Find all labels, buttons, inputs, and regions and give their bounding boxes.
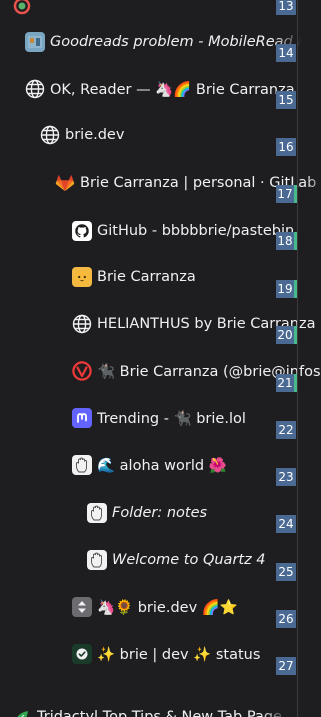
tab-number: 13 (276, 0, 296, 15)
hand-icon (87, 550, 107, 570)
tab-title: brie.dev (65, 127, 125, 143)
tab-number: 17 (276, 185, 297, 203)
tab-number: 27 (276, 657, 296, 675)
tab-title: Brie Carranza (97, 269, 196, 285)
tree-style-tab-panel: 13 Goodreads problem - MobileRead Forums… (0, 0, 321, 717)
scrollbar-track[interactable] (297, 0, 298, 717)
tab-number: 23 (276, 468, 296, 486)
check-icon (72, 644, 92, 664)
tab-row[interactable]: 🌊 aloha world 🌺 (0, 445, 321, 485)
gitlab-icon (55, 173, 75, 193)
green-ring-icon (12, 0, 32, 16)
tab-title: Trending - 🐈‍⬛ brie.lol (97, 410, 246, 427)
tab-number: 18 (276, 232, 297, 250)
tab-title: Folder: notes (112, 505, 208, 521)
tab-row[interactable]: Goodreads problem - MobileRead Forums (0, 22, 301, 62)
tab-row[interactable]: GitHub - bbbbbrie/pastebin (0, 211, 321, 251)
tab-number: 14 (276, 44, 296, 62)
book-icon (25, 32, 45, 52)
hand-icon (72, 455, 92, 475)
tab-row[interactable]: Brie Carranza | personal · GitLab (0, 163, 321, 203)
tab-number: 26 (276, 610, 296, 628)
vivaldi-icon (72, 361, 92, 381)
github-icon (72, 221, 92, 241)
tab-row[interactable]: OK, Reader — 🦄🌈 Brie Carranza (0, 69, 301, 109)
tab-title: 🦄🌻 brie.dev 🌈⭐ (97, 599, 238, 616)
leaf-icon (12, 707, 32, 717)
hand-icon (87, 503, 107, 523)
globe-icon (72, 314, 92, 334)
tab-row[interactable]: Tridactyl Top Tips & New Tab Page (0, 697, 288, 717)
tab-row[interactable]: ✨ brie | dev ✨ status (0, 634, 321, 674)
tab-number: 20 (276, 326, 297, 344)
mastodon-icon (72, 408, 92, 428)
tab-number: 22 (276, 421, 296, 439)
tab-title: GitHub - bbbbbrie/pastebin (97, 223, 295, 239)
tab-title: OK, Reader — 🦄🌈 Brie Carranza (50, 81, 295, 98)
tab-row[interactable]: brie.dev (0, 115, 316, 155)
tab-row[interactable]: HELIANTHUS by Brie Carranza (0, 304, 321, 344)
tab-row[interactable]: 🦄🌻 brie.dev 🌈⭐ (0, 587, 321, 627)
tab-title: Goodreads problem - MobileRead Forums (50, 34, 301, 50)
up-down-arrows-icon (72, 597, 92, 617)
tab-row[interactable]: Folder: notes (0, 493, 321, 533)
tab-title: ✨ brie | dev ✨ status (97, 646, 261, 663)
globe-icon (40, 125, 60, 145)
cat-icon (72, 267, 92, 287)
tab-number: 19 (276, 280, 297, 298)
tab-title: Welcome to Quartz 4 (112, 552, 266, 568)
tab-row[interactable]: Trending - 🐈‍⬛ brie.lol (0, 398, 321, 438)
tab-row[interactable]: Welcome to Quartz 4 (0, 540, 321, 580)
tab-number: 21 (276, 374, 297, 392)
globe-icon (25, 79, 45, 99)
tab-number: 16 (276, 138, 296, 156)
tab-number: 15 (276, 91, 296, 109)
tab-number: 24 (276, 515, 296, 533)
tab-title: 🌊 aloha world 🌺 (97, 457, 227, 474)
tab-row[interactable]: 🐈‍⬛ Brie Carranza (@brie@infosec.exchang… (0, 351, 321, 391)
tab-row[interactable]: Brie Carranza (0, 257, 321, 297)
tab-number: 25 (276, 563, 296, 581)
tab-title: Tridactyl Top Tips & New Tab Page (37, 709, 282, 717)
